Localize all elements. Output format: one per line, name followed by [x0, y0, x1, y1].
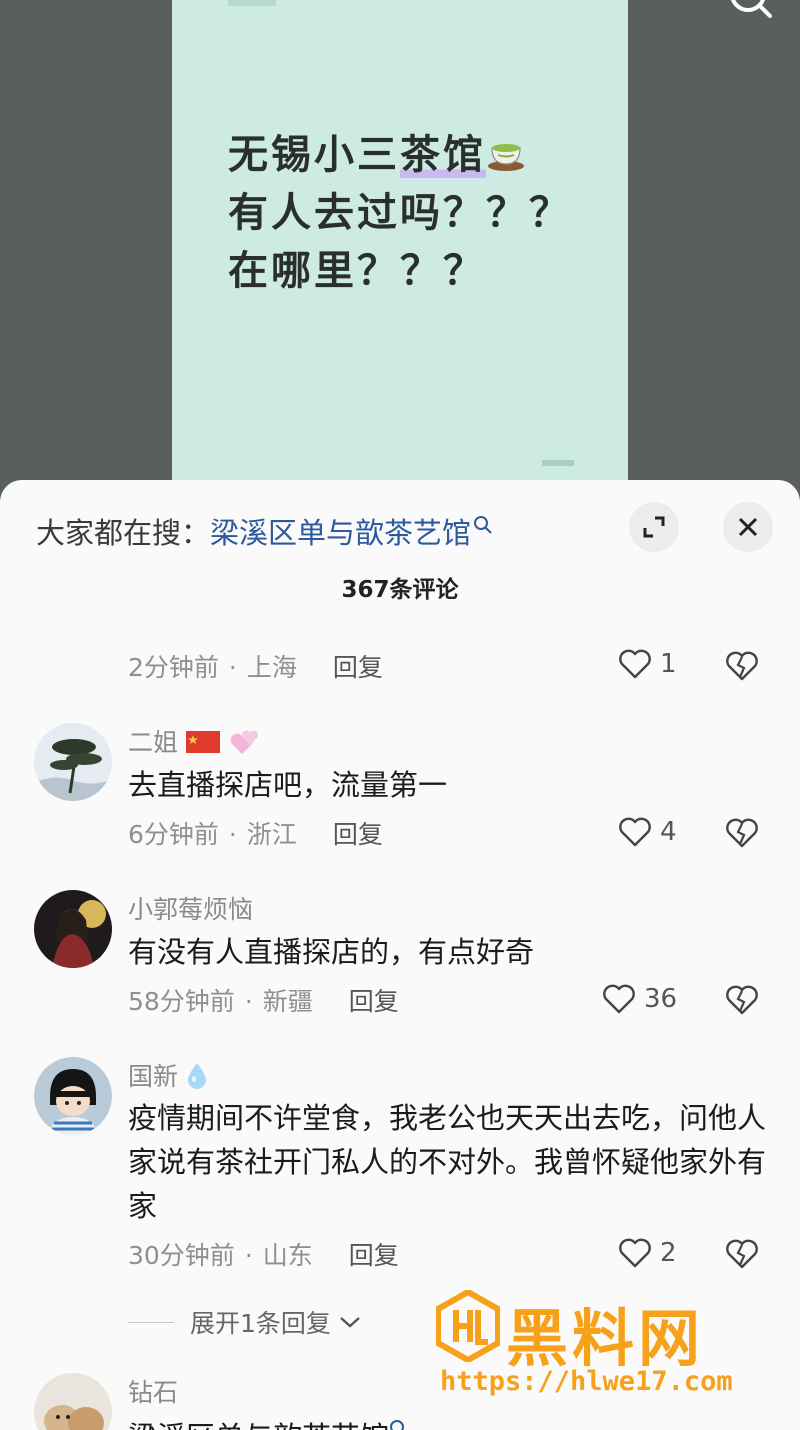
comment-location: 浙江	[246, 820, 297, 849]
separator: ·	[244, 987, 253, 1016]
chevron-down-icon	[340, 1317, 360, 1328]
like-button[interactable]: 4	[618, 814, 677, 850]
separator: ·	[228, 820, 237, 849]
watermark-logo-icon	[436, 1290, 500, 1362]
search-icon[interactable]	[473, 515, 493, 535]
avatar[interactable]	[34, 1057, 112, 1135]
comment-username[interactable]: 二姐	[128, 723, 262, 759]
expand-replies-label: 展开1条回复	[190, 1309, 331, 1338]
card-decoration-top	[228, 0, 276, 6]
broken-heart-icon[interactable]	[724, 982, 760, 1018]
comment-text: 去直播探店吧，流量第一	[128, 768, 448, 802]
comment-location: 上海	[246, 653, 297, 682]
avatar[interactable]	[34, 890, 112, 968]
search-icon[interactable]	[724, 0, 776, 24]
comment-username[interactable]: 国新	[128, 1057, 208, 1093]
card-page-indicator	[542, 460, 574, 466]
like-count: 4	[660, 817, 677, 847]
like-button[interactable]: 1	[618, 646, 677, 682]
like-button[interactable]: 2	[618, 1235, 677, 1271]
hot-search-label: 大家都在搜：	[36, 516, 211, 550]
close-button[interactable]	[723, 502, 773, 552]
avatar[interactable]	[34, 723, 112, 801]
comment-username[interactable]: 小郭莓烦恼	[128, 890, 253, 926]
expand-replies-button[interactable]: 展开1条回复	[128, 1304, 363, 1340]
comment-time: 58分钟前	[128, 987, 235, 1016]
comment-time: 30分钟前	[128, 1241, 235, 1270]
broken-heart-icon[interactable]	[724, 815, 760, 851]
separator: ·	[244, 1241, 253, 1270]
post-text: 无锡小三茶馆 有人去过吗？？？ 在哪里？？？	[228, 126, 572, 300]
heart-icon	[619, 817, 651, 847]
post-line-3: 在哪里？？？	[228, 248, 486, 294]
china-flag-icon	[185, 731, 220, 753]
comment-count: 367条评论	[341, 577, 459, 603]
comment-location: 山东	[262, 1241, 313, 1270]
broken-heart-icon[interactable]	[724, 648, 760, 684]
username-text: 二姐	[128, 728, 179, 757]
reply-button[interactable]: 回复	[349, 1241, 399, 1270]
watermark-url: https://hlwe17.com	[440, 1366, 733, 1397]
post-line-2: 有人去过吗？？？	[228, 190, 572, 236]
heart-icon	[619, 649, 651, 679]
like-count: 2	[660, 1238, 677, 1268]
hearts-icon	[230, 730, 259, 754]
comment-username[interactable]: 钻石	[128, 1373, 178, 1409]
watermark-title: 黑料网	[506, 1302, 705, 1375]
heart-icon	[603, 984, 635, 1014]
hot-search-bar: 大家都在搜：梁溪区单与歆茶艺馆	[36, 510, 493, 552]
like-button[interactable]: 36	[602, 981, 677, 1017]
comment-meta: 30分钟前 · 山东 回复	[128, 1236, 399, 1272]
comment-location: 新疆	[262, 987, 313, 1016]
droplet-icon	[187, 1063, 206, 1089]
reply-button[interactable]: 回复	[333, 653, 383, 682]
avatar[interactable]	[34, 1373, 112, 1430]
close-icon	[738, 517, 758, 537]
like-count: 36	[644, 984, 678, 1014]
broken-heart-icon[interactable]	[724, 1236, 760, 1272]
hot-search-term-link[interactable]: 梁溪区单与歆茶艺馆	[210, 516, 471, 550]
username-text: 国新	[128, 1062, 179, 1091]
like-count: 1	[660, 649, 677, 679]
divider	[128, 1321, 174, 1323]
comment-meta: 6分钟前 · 浙江 回复	[128, 815, 383, 851]
post-line-1-text: 无锡小三	[228, 132, 400, 178]
comment-text: 有没有人直播探店的，有点好奇	[128, 935, 535, 969]
teacup-icon	[488, 144, 524, 171]
heart-icon	[619, 1238, 651, 1268]
reply-button[interactable]: 回复	[333, 820, 383, 849]
comment-time: 6分钟前	[128, 820, 219, 849]
post-image-card[interactable]: 无锡小三茶馆 有人去过吗？？？ 在哪里？？？	[172, 0, 628, 500]
comment-meta: 58分钟前 · 新疆 回复	[128, 982, 399, 1018]
search-icon[interactable]	[389, 1419, 409, 1430]
expand-icon	[643, 516, 665, 538]
expand-button[interactable]	[629, 502, 679, 552]
comment-time: 2分钟前	[128, 653, 219, 682]
post-line-1: 无锡小三茶馆	[228, 126, 572, 184]
post-line-1-highlight: 茶馆	[400, 132, 486, 178]
watermark: 黑料网 https://hlwe17.com	[436, 1288, 766, 1408]
comment-text: 疫情期间不许堂食，我老公也天天出去吃，问他人家说有茶社开门私人的不对外。我曾怀疑…	[128, 1101, 767, 1223]
separator: ·	[228, 653, 237, 682]
comment-text-content: 梁溪区单与歆茶艺馆	[128, 1420, 389, 1430]
comment-text: 梁溪区单与歆茶艺馆	[128, 1414, 409, 1430]
reply-button[interactable]: 回复	[349, 987, 399, 1016]
comment-meta: 2分钟前 · 上海 回复	[128, 648, 383, 684]
